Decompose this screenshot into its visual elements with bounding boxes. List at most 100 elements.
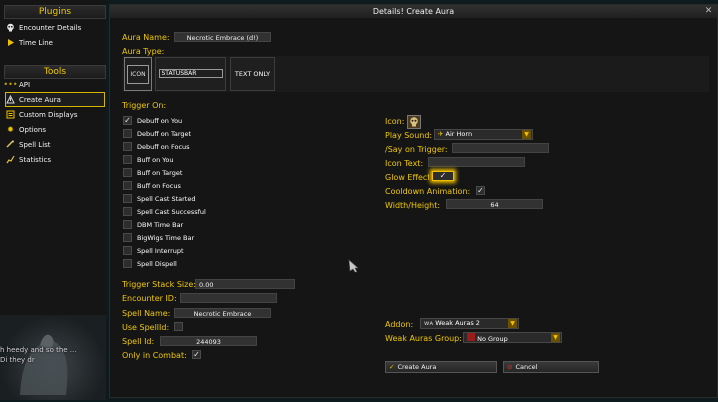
sidebar-item-spell-list[interactable]: Spell List <box>6 138 104 151</box>
say-trigger-label: /Say on Trigger: <box>385 145 448 154</box>
trigger-stack-input[interactable]: 0.00 <box>195 279 295 289</box>
cooldown-animation-label: Cooldown Animation: <box>385 187 471 196</box>
trigger-checkbox-bigwigs-bar[interactable] <box>123 233 132 242</box>
skull-icon <box>6 23 15 32</box>
play-sound-dropdown[interactable]: ✈ Air Horn ▼ <box>434 129 533 140</box>
sidebar-item-create-aura[interactable]: Create Aura <box>5 92 105 107</box>
cancel-button-label: Cancel <box>515 363 538 371</box>
group-color-icon <box>467 333 475 341</box>
trigger-label: BigWigs Time Bar <box>137 234 195 242</box>
icon-label: Icon: <box>385 117 405 126</box>
sidebar-item-label: Custom Displays <box>19 110 78 119</box>
trigger-checkbox-cast-successful[interactable] <box>123 207 132 216</box>
close-icon[interactable]: ✕ <box>703 6 714 17</box>
chevron-down-icon: ▼ <box>551 333 560 342</box>
cancel-button[interactable]: ⊘ Cancel <box>503 361 599 373</box>
trigger-checkbox-cast-started[interactable] <box>123 194 132 203</box>
aura-type-statusbar-option[interactable]: STATUSBAR <box>155 57 226 91</box>
glow-effect-checkbox[interactable]: ✓ <box>432 171 454 181</box>
icon-text-label: Icon Text: <box>385 159 424 168</box>
trigger-label: Buff on Target <box>137 169 183 177</box>
trigger-checkbox-debuff-you[interactable]: ✓ <box>123 116 132 125</box>
wa-group-value: No Group <box>477 335 508 343</box>
only-combat-label: Only in Combat: <box>122 351 187 360</box>
trigger-label: Debuff on Target <box>137 130 192 138</box>
sidebar-item-label: Encounter Details <box>19 23 82 32</box>
addon-dropdown[interactable]: ᴡᴀ Weak Auras 2 ▼ <box>420 318 519 329</box>
sidebar-item-time-line[interactable]: Time Line <box>6 36 104 49</box>
trigger-stack-label: Trigger Stack Size: <box>122 280 196 289</box>
dots-icon: ••• <box>3 80 18 89</box>
sidebar-item-label: Time Line <box>19 38 53 47</box>
wa-group-label: Weak Auras Group: <box>385 334 462 343</box>
addon-label: Addon: <box>385 320 414 329</box>
trigger-label: Spell Cast Successful <box>137 208 206 216</box>
trigger-label: Spell Dispell <box>137 260 177 268</box>
create-aura-button[interactable]: ✓ Create Aura <box>385 361 497 373</box>
mouse-cursor-icon <box>348 259 362 275</box>
trigger-label: Debuff on You <box>137 117 183 125</box>
sidebar-item-options[interactable]: ✹ Options <box>6 123 104 136</box>
trigger-on-label: Trigger On: <box>122 101 167 110</box>
trigger-checkbox-buff-focus[interactable] <box>123 181 132 190</box>
sidebar-item-label: Statistics <box>19 155 51 164</box>
say-trigger-input[interactable] <box>452 143 549 153</box>
book-icon <box>6 140 15 149</box>
aura-type-icon-option[interactable]: ICON <box>124 57 152 91</box>
chevron-down-icon: ▼ <box>522 130 531 139</box>
trigger-checkbox-spell-interrupt[interactable] <box>123 246 132 255</box>
trigger-label: DBM Time Bar <box>137 221 184 229</box>
gear-icon: ✹ <box>7 125 14 134</box>
sidebar-item-label: Spell List <box>19 140 51 149</box>
trigger-checkbox-buff-target[interactable] <box>123 168 132 177</box>
sidebar-item-api[interactable]: ••• API <box>3 78 104 91</box>
aura-name-label: Aura Name: <box>122 33 170 42</box>
check-icon: ✓ <box>389 363 395 371</box>
width-height-label: Width/Height: <box>385 201 441 210</box>
trigger-checkbox-dbm-bar[interactable] <box>123 220 132 229</box>
aura-type-text-only-label: TEXT ONLY <box>234 70 271 78</box>
display-icon <box>6 110 15 119</box>
spell-id-input[interactable]: 244093 <box>160 336 257 346</box>
trigger-checkbox-spell-dispell[interactable] <box>123 259 132 268</box>
chat-line: h heedy and so the ... <box>0 346 77 354</box>
aura-type-text-only-option[interactable]: TEXT ONLY <box>230 57 275 91</box>
spell-name-label: Spell Name: <box>122 309 171 318</box>
trigger-label: Debuff on Focus <box>137 143 190 151</box>
aura-type-label: Aura Type: <box>122 47 165 56</box>
trigger-label: Buff on You <box>137 156 174 164</box>
sidebar-item-custom-displays[interactable]: Custom Displays <box>6 108 104 121</box>
window-title: Details! Create Aura <box>110 5 717 18</box>
trigger-checkbox-debuff-target[interactable] <box>123 129 132 138</box>
encounter-id-label: Encounter ID: <box>122 294 177 303</box>
spell-id-label: Spell Id: <box>122 337 155 346</box>
cancel-icon: ⊘ <box>507 363 513 371</box>
trigger-checkbox-debuff-focus[interactable] <box>123 142 132 151</box>
trigger-label: Spell Interrupt <box>137 247 184 255</box>
sidebar-item-label: API <box>19 80 31 89</box>
spell-name-input[interactable]: Necrotic Embrace <box>174 308 271 318</box>
only-combat-checkbox[interactable]: ✓ <box>192 350 201 359</box>
cooldown-animation-checkbox[interactable]: ✓ <box>476 186 485 195</box>
sidebar-item-label: Create Aura <box>19 95 61 104</box>
trigger-checkbox-buff-you[interactable] <box>123 155 132 164</box>
use-spellid-checkbox[interactable] <box>174 322 183 331</box>
sidebar-item-statistics[interactable]: Statistics <box>6 153 104 166</box>
aura-name-input[interactable]: Necrotic Embrace (d!) <box>174 32 271 42</box>
weakauras-icon: ᴡᴀ <box>424 319 434 327</box>
aura-icon <box>6 95 15 104</box>
chart-icon <box>6 155 15 164</box>
aura-icon-preview[interactable] <box>407 115 421 129</box>
trigger-label: Spell Cast Started <box>137 195 196 203</box>
wa-group-dropdown[interactable]: No Group ▼ <box>463 332 562 343</box>
play-sound-label: Play Sound: <box>385 131 433 140</box>
width-height-input[interactable]: 64 <box>446 199 543 209</box>
tools-header: Tools <box>4 65 106 79</box>
sidebar: Plugins Encounter Details Time Line Tool… <box>0 0 106 400</box>
icon-text-input[interactable] <box>428 157 525 167</box>
sidebar-item-encounter-details[interactable]: Encounter Details <box>6 21 104 34</box>
trigger-label: Buff on Focus <box>137 182 181 190</box>
play-icon <box>6 38 15 47</box>
addon-value: Weak Auras 2 <box>435 319 480 327</box>
encounter-id-input[interactable] <box>180 293 277 303</box>
